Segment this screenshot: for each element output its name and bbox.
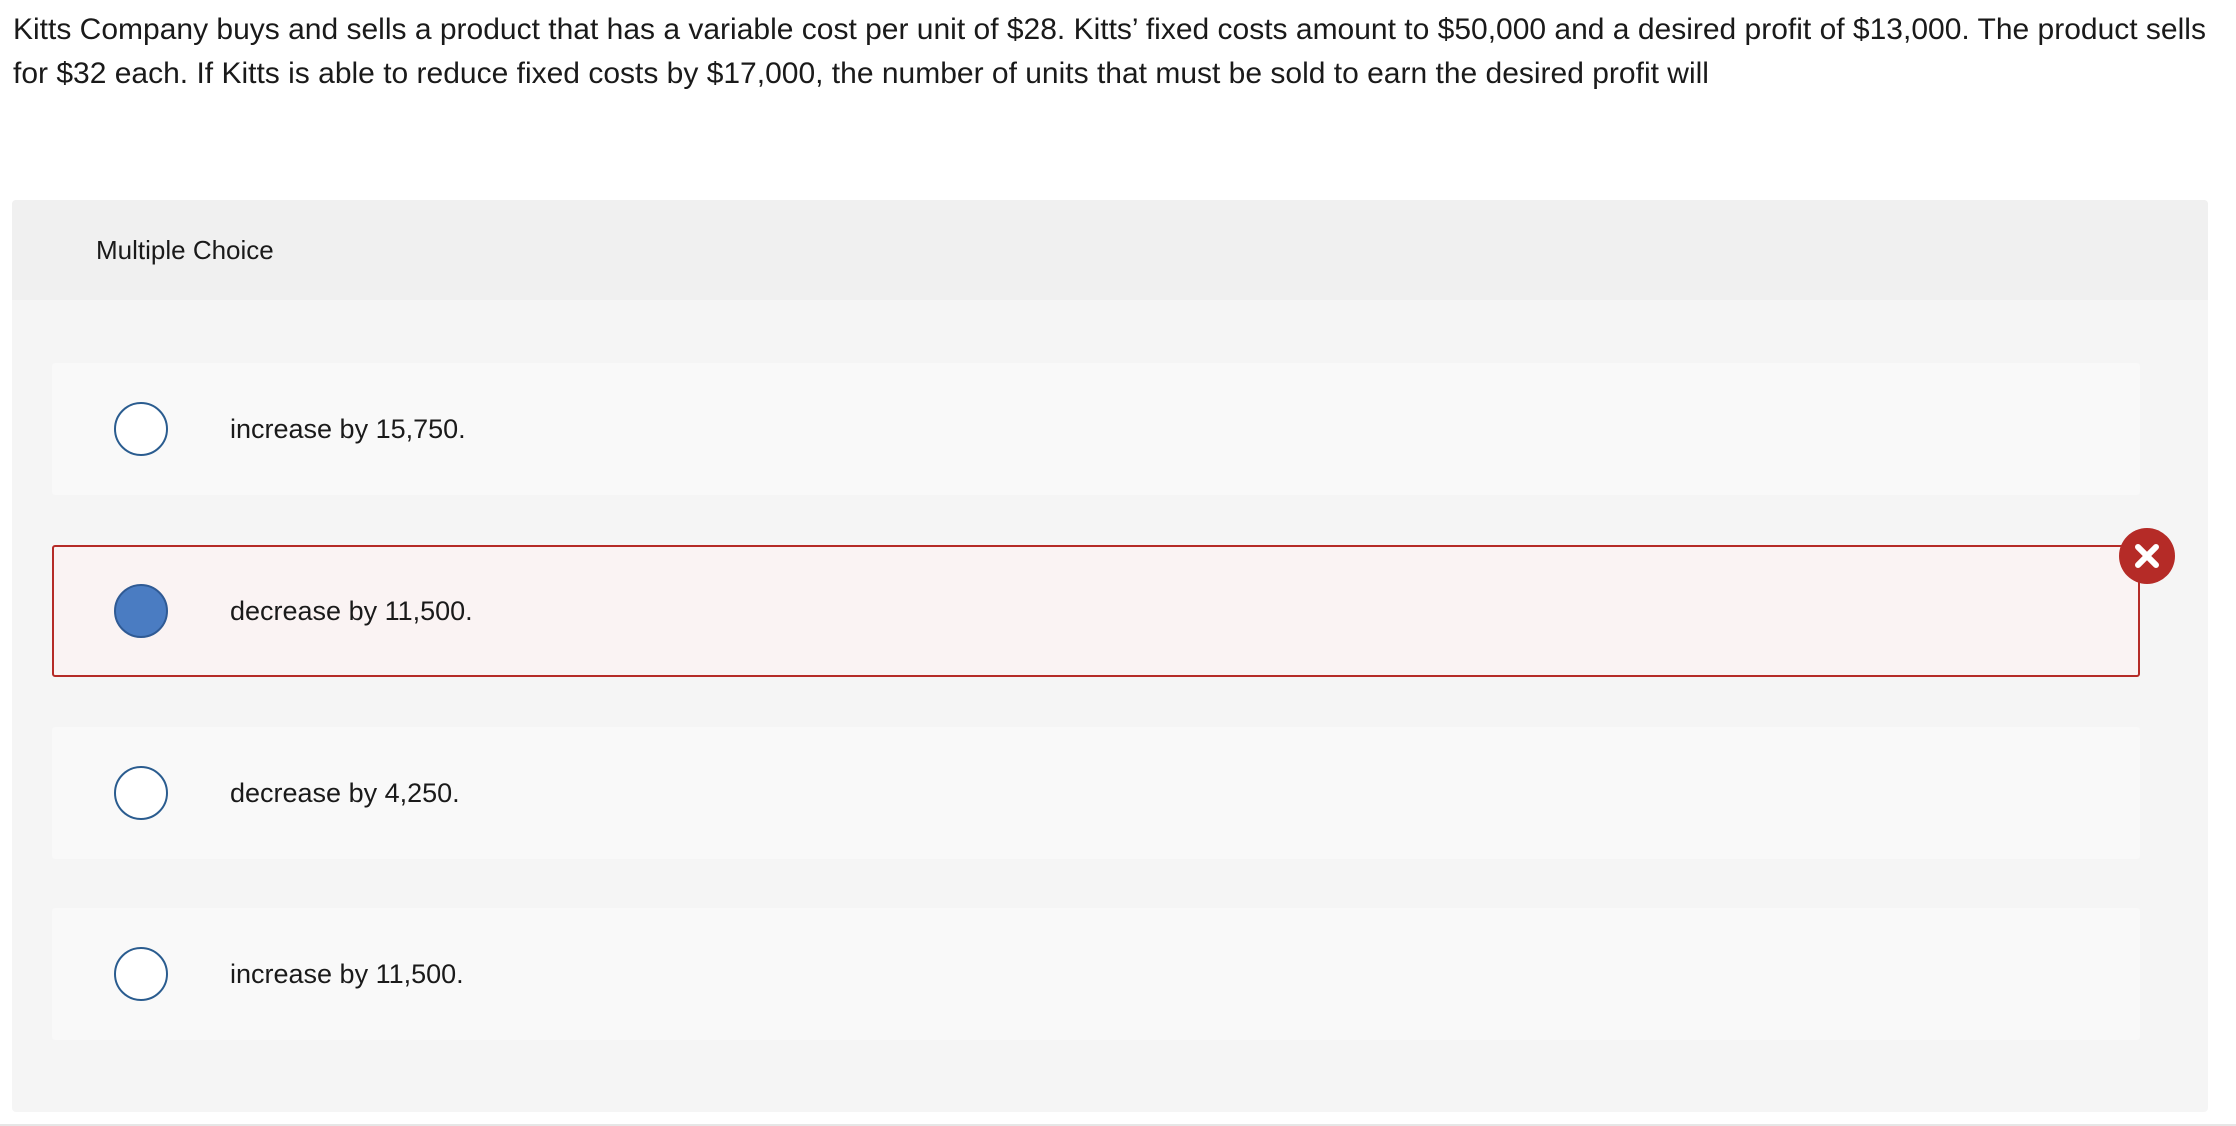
multiple-choice-label: Multiple Choice (96, 235, 274, 265)
answer-option-label: decrease by 4,250. (230, 778, 460, 808)
incorrect-x-icon (2119, 528, 2175, 584)
answer-option-3[interactable]: decrease by 4,250. (52, 727, 2140, 859)
answer-option-4[interactable]: increase by 11,500. (52, 908, 2140, 1040)
radio-button-selected[interactable] (114, 584, 168, 638)
multiple-choice-header: Multiple Choice (12, 200, 2208, 300)
radio-button[interactable] (114, 947, 168, 1001)
question-text: Kitts Company buys and sells a product t… (13, 13, 2206, 90)
answer-option-label: increase by 15,750. (230, 414, 466, 444)
answer-option-2[interactable]: decrease by 11,500. (52, 545, 2140, 677)
answer-option-label: decrease by 11,500. (230, 596, 473, 626)
radio-button[interactable] (114, 402, 168, 456)
radio-button[interactable] (114, 766, 168, 820)
answer-option-label: increase by 11,500. (230, 959, 464, 989)
answer-option-1[interactable]: increase by 15,750. (52, 363, 2140, 495)
